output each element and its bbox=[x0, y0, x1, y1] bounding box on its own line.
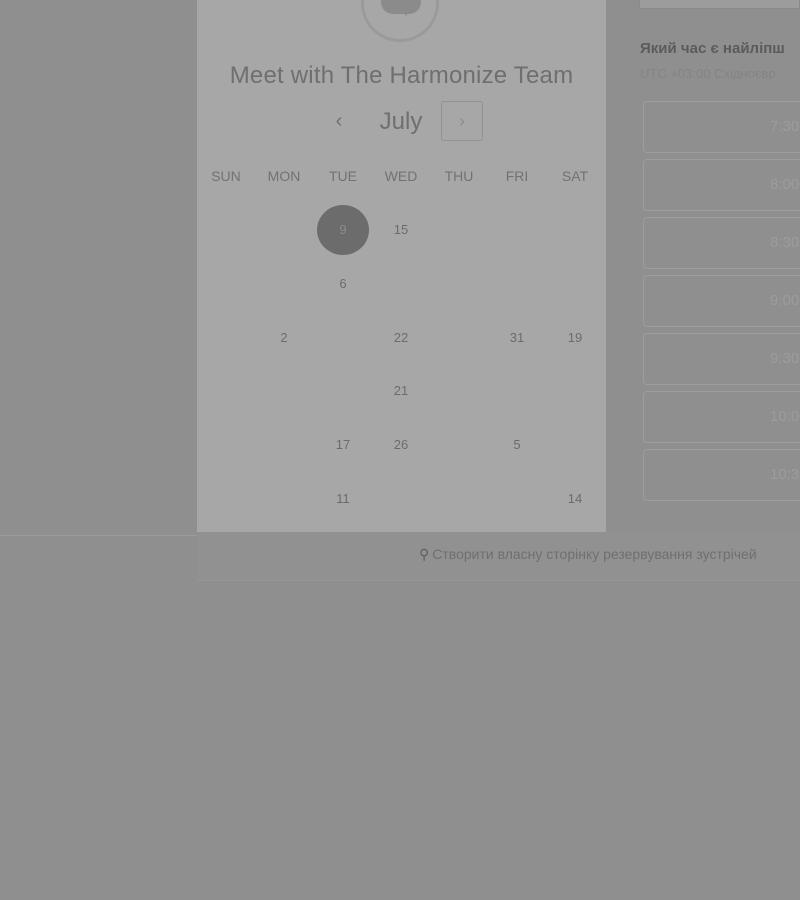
weekday-sat: SAT bbox=[561, 168, 589, 184]
calendar-day[interactable]: 19 bbox=[549, 313, 601, 363]
footer-bar: ⚲ Створити власну сторінку резервування з… bbox=[197, 532, 800, 581]
calendar-day[interactable]: 22 bbox=[375, 313, 427, 363]
weekday-wed: WED bbox=[384, 168, 418, 184]
calendar-day[interactable]: 11 bbox=[317, 474, 369, 524]
chat-bubble-tail bbox=[400, 7, 412, 16]
calendar-day[interactable]: 5 bbox=[491, 420, 543, 470]
weekday-sun: SUN bbox=[211, 168, 241, 184]
meeting-title: Meet with The Harmonize Team bbox=[229, 62, 574, 89]
calendar-day-selected[interactable]: 9 bbox=[317, 205, 369, 255]
time-slot-button[interactable]: 10:30 bbox=[643, 449, 800, 501]
month-label: July bbox=[379, 108, 423, 135]
chevron-right-icon[interactable]: › bbox=[441, 101, 483, 141]
time-slot-button[interactable]: 8:00 bbox=[643, 159, 800, 211]
calendar-day[interactable]: 21 bbox=[375, 366, 427, 416]
time-slot-button[interactable]: 10:00 bbox=[643, 391, 800, 443]
time-question-heading: Який час є найліпш bbox=[640, 40, 785, 57]
time-slot-label: 10:00 bbox=[770, 408, 800, 425]
time-slot-label: 7:30 bbox=[770, 118, 800, 135]
timezone-tab[interactable] bbox=[639, 0, 800, 9]
calendar-day[interactable]: 15 bbox=[375, 205, 427, 255]
organizer-avatar: ••• bbox=[361, 0, 439, 42]
timezone-label: UTC +03:00 Східноєвр bbox=[640, 66, 776, 81]
footer-link-label: Створити власну сторінку резервування зу… bbox=[432, 546, 757, 562]
calendar-day[interactable]: 6 bbox=[317, 259, 369, 309]
calendar-day[interactable]: 2 bbox=[258, 313, 310, 363]
weekday-mon: MON bbox=[267, 168, 301, 184]
time-slot-button[interactable]: 9:30 bbox=[643, 333, 800, 385]
calendar-day[interactable]: 14 bbox=[549, 474, 601, 524]
create-booking-page-link[interactable]: ⚲ Створити власну сторінку резервування з… bbox=[419, 546, 757, 563]
time-slot-label: 8:00 bbox=[770, 176, 800, 193]
chevron-left-icon[interactable]: ‹ bbox=[327, 106, 351, 136]
calendar-panel: ••• Meet with The Harmonize Team ‹ July … bbox=[197, 0, 606, 532]
weekday-fri: FRI bbox=[505, 168, 529, 184]
time-slot-label: 9:00 bbox=[770, 292, 800, 309]
time-slot-button[interactable]: 9:00 bbox=[643, 275, 800, 327]
time-slot-label: 10:30 bbox=[770, 466, 800, 483]
calendar-day[interactable]: 17 bbox=[317, 420, 369, 470]
time-slot-label: 8:30 bbox=[770, 234, 800, 251]
time-slot-button[interactable]: 7:30 bbox=[643, 101, 800, 153]
weekday-thu: THU bbox=[444, 168, 474, 184]
time-slot-label: 9:30 bbox=[770, 350, 800, 367]
time-slot-button[interactable]: 8:30 bbox=[643, 217, 800, 269]
calendar-day[interactable]: 26 bbox=[375, 420, 427, 470]
hubspot-sprocket-icon: ⚲ bbox=[419, 546, 430, 562]
calendar-day[interactable]: 31 bbox=[491, 313, 543, 363]
weekday-tue: TUE bbox=[329, 168, 357, 184]
